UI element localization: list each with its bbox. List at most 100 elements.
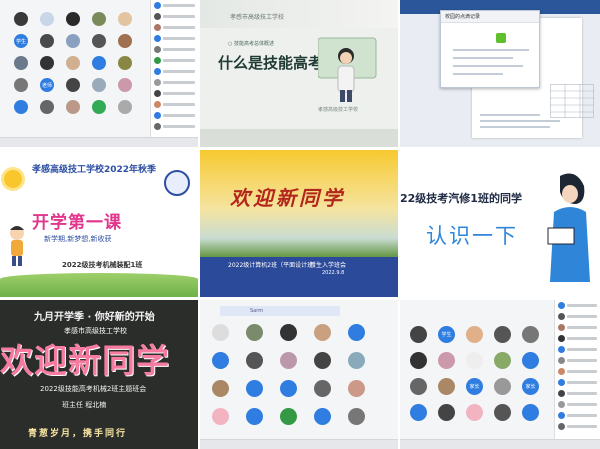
avatar[interactable] [314, 324, 331, 341]
avatar[interactable] [246, 324, 263, 341]
avatar[interactable] [410, 352, 427, 369]
avatar[interactable] [212, 352, 229, 369]
avatar[interactable] [280, 352, 297, 369]
avatar[interactable] [280, 324, 297, 341]
slide-title: 欢迎新同学 [230, 186, 345, 210]
slide-subtitle: 新学期,新梦想,新收获 [44, 235, 112, 243]
avatar[interactable] [92, 12, 106, 26]
avatar[interactable] [246, 352, 263, 369]
avatar[interactable] [348, 352, 365, 369]
wechat-icon[interactable] [496, 33, 506, 43]
slide-footer-band [200, 129, 398, 147]
meeting-toolbar[interactable] [400, 439, 600, 449]
dialog-panel[interactable]: 校园的点滴记录 [440, 10, 540, 88]
avatar[interactable] [212, 380, 229, 397]
table-grid-icon [550, 84, 594, 118]
avatar[interactable] [438, 352, 455, 369]
avatar[interactable] [118, 34, 132, 48]
avatar-text[interactable]: 家长 [466, 378, 483, 395]
avatar[interactable] [66, 56, 80, 70]
slide-footer-text: 孝感高级技工学校 [318, 107, 359, 113]
avatar[interactable] [466, 326, 483, 343]
search-input[interactable]: Sarm [220, 306, 340, 316]
sun-icon [4, 170, 22, 188]
avatar-text[interactable]: 学生 [438, 326, 455, 343]
avatar[interactable] [92, 34, 106, 48]
teacher-name: 班主任 程北楠 [62, 401, 107, 409]
avatar[interactable] [466, 404, 483, 421]
avatar-grid: 学生 老师 [14, 12, 144, 122]
avatar-text[interactable]: 学生 [14, 34, 28, 48]
slide-motto: 青葱岁月，携手同行 [28, 429, 128, 439]
avatar[interactable] [40, 56, 54, 70]
avatar[interactable] [466, 352, 483, 369]
avatar[interactable] [522, 326, 539, 343]
meeting-toolbar[interactable] [0, 137, 198, 147]
avatar-text[interactable]: 老师 [40, 78, 54, 92]
avatar-grid: 学生 家长 家长 [410, 326, 550, 430]
avatar[interactable] [40, 12, 54, 26]
meeting-grid-tile-2: Sarm [200, 300, 398, 449]
avatar[interactable] [410, 378, 427, 395]
avatar[interactable] [348, 380, 365, 397]
avatar-text[interactable]: 家长 [522, 378, 539, 395]
meeting-toolbar[interactable] [200, 439, 398, 449]
avatar[interactable] [494, 378, 511, 395]
avatar[interactable] [246, 380, 263, 397]
girl-reading-icon [547, 173, 590, 282]
meeting-grid-tile-1: 学生 老师 [0, 0, 198, 147]
avatar[interactable] [494, 404, 511, 421]
avatar[interactable] [118, 78, 132, 92]
avatar[interactable] [66, 100, 80, 114]
avatar[interactable] [314, 380, 331, 397]
meeting-grid-tile-3: 学生 家长 家长 [400, 300, 600, 449]
avatar[interactable] [494, 326, 511, 343]
avatar[interactable] [118, 12, 132, 26]
collage: 学生 老师 孝感市高级技工学校 ○ 技能高考总体概述 什么是技能高考 孝感高级技… [0, 0, 600, 449]
avatar[interactable] [92, 100, 106, 114]
avatar[interactable] [522, 404, 539, 421]
avatar[interactable] [14, 12, 28, 26]
avatar[interactable] [92, 56, 106, 70]
avatar[interactable] [438, 404, 455, 421]
avatar[interactable] [314, 352, 331, 369]
avatar[interactable] [40, 100, 54, 114]
avatar[interactable] [212, 408, 229, 425]
slide-school-name: 孝感市高级技工学校 [230, 14, 285, 21]
avatar[interactable] [66, 12, 80, 26]
avatar[interactable] [410, 326, 427, 343]
avatar[interactable] [494, 352, 511, 369]
avatar[interactable] [14, 78, 28, 92]
avatar[interactable] [246, 408, 263, 425]
slide-line-1: 22级技考汽修1班的同学 [400, 192, 522, 205]
dialog-title: 校园的点滴记录 [441, 11, 539, 23]
grass-decoration [0, 273, 198, 297]
slide-bullet: ○ 技能高考总体概述 [228, 41, 274, 47]
avatar[interactable] [14, 56, 28, 70]
avatar[interactable] [118, 56, 132, 70]
avatar[interactable] [66, 34, 80, 48]
date-caption: 2022.9.8 [322, 270, 345, 276]
avatar[interactable] [522, 352, 539, 369]
slide-school-term: 孝感高级技工学校2022年秋季 [32, 165, 157, 175]
slide-title: 什么是技能高考 [218, 54, 324, 72]
class-name: 2022级技考机械装配1班 [62, 261, 143, 269]
avatar[interactable] [14, 100, 28, 114]
avatar[interactable] [410, 404, 427, 421]
class-caption: 2022级计算机2班（平面设计班） [228, 262, 320, 269]
avatar[interactable] [66, 78, 80, 92]
avatar[interactable] [348, 408, 365, 425]
teacher-illustration-icon [318, 37, 377, 102]
slide-title: 开学第一课 [32, 213, 122, 233]
avatar[interactable] [118, 100, 132, 114]
avatar[interactable] [212, 324, 229, 341]
avatar[interactable] [314, 408, 331, 425]
avatar[interactable] [40, 34, 54, 48]
avatar[interactable] [92, 78, 106, 92]
avatar[interactable] [280, 380, 297, 397]
avatar[interactable] [348, 324, 365, 341]
avatar-grid [212, 324, 382, 436]
avatar[interactable] [280, 408, 297, 425]
avatar[interactable] [438, 378, 455, 395]
slide-tile-first-lesson: 孝感高级技工学校2022年秋季 开学第一课 新学期,新梦想,新收获 2022级技… [0, 150, 198, 297]
